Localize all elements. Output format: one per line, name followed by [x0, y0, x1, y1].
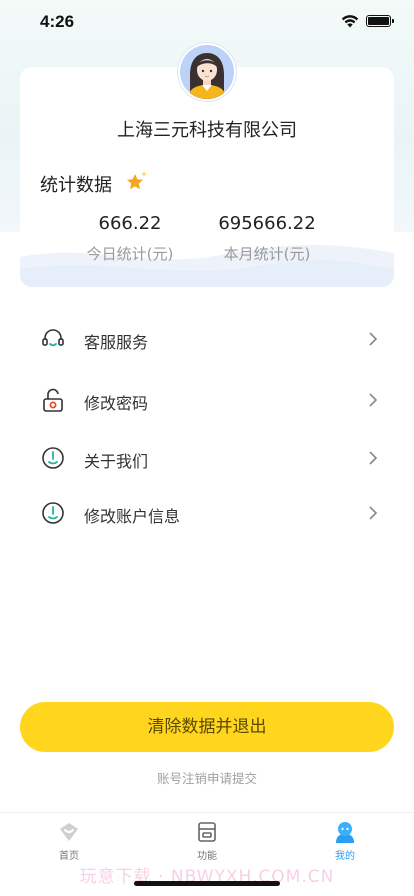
logout-button[interactable]: 清除数据并退出 [20, 702, 394, 752]
month-stat-value: 695666.22 [218, 213, 316, 234]
today-stat-value: 666.22 [98, 213, 162, 234]
stats-title: 统计数据 [40, 175, 112, 196]
tab-mine[interactable]: 我的 [305, 821, 385, 865]
menu-label-edit-account: 修改账户信息 [84, 507, 181, 526]
avatar-illustration-icon [180, 45, 234, 99]
tab-functions[interactable]: 功能 [167, 821, 247, 865]
wifi-icon [341, 15, 359, 28]
today-stat-label: 今日统计(元) [86, 245, 174, 263]
star-icon [127, 171, 147, 190]
lock-icon [43, 388, 63, 412]
month-stat-label: 本月统计(元) [223, 245, 311, 263]
menu-label-change-password: 修改密码 [84, 394, 149, 413]
menu-item-customer-service[interactable]: 客服服务 [0, 315, 414, 363]
home-indicator [134, 881, 280, 886]
menu-label-about-us: 关于我们 [84, 452, 149, 471]
status-time: 4:26 [40, 12, 75, 31]
tab-label-functions: 功能 [197, 851, 217, 862]
info-circle-icon [42, 502, 64, 524]
menu-item-about-us[interactable]: 关于我们 [0, 434, 414, 482]
menu-label-customer-service: 客服服务 [84, 333, 149, 352]
profile-icon [336, 822, 354, 843]
headset-icon [42, 329, 64, 347]
chevron-right-icon [369, 332, 378, 346]
menu-item-edit-account[interactable]: 修改账户信息 [0, 489, 414, 537]
tab-label-mine: 我的 [335, 851, 355, 862]
tab-home[interactable]: 首页 [29, 821, 109, 865]
avatar[interactable] [178, 43, 236, 101]
home-icon [60, 823, 78, 841]
deregister-link[interactable]: 账号注销申请提交 [0, 768, 414, 787]
info-circle-icon [42, 447, 64, 469]
chevron-right-icon [369, 393, 378, 407]
store-icon [198, 822, 216, 842]
status-bar: 4:26 [0, 0, 414, 44]
chevron-right-icon [369, 451, 378, 465]
tab-label-home: 首页 [59, 851, 79, 862]
battery-icon [366, 15, 394, 27]
menu-item-change-password[interactable]: 修改密码 [0, 376, 414, 424]
chevron-right-icon [369, 506, 378, 520]
company-name: 上海三元科技有限公司 [117, 120, 297, 141]
